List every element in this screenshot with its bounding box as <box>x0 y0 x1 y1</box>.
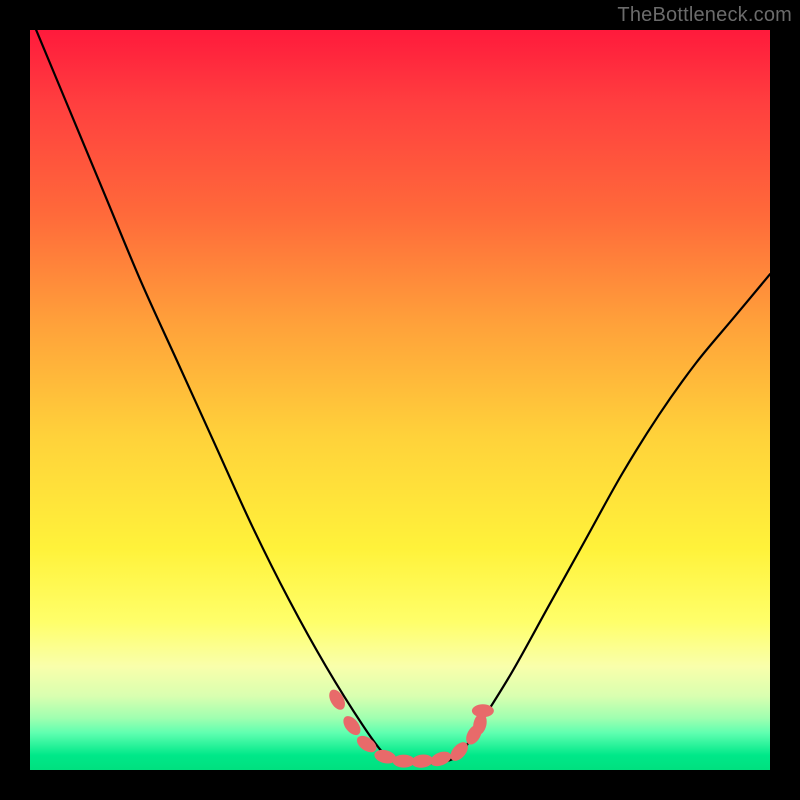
plot-area <box>30 30 770 770</box>
curve-marker <box>472 704 494 717</box>
bottleneck-curve <box>30 15 770 763</box>
watermark-text: TheBottleneck.com <box>617 4 792 27</box>
curve-markers <box>326 687 494 769</box>
chart-frame: TheBottleneck.com <box>0 0 800 800</box>
curve-marker <box>326 687 348 713</box>
chart-svg <box>30 30 770 770</box>
curve-marker <box>428 749 453 769</box>
curve-marker <box>340 713 364 738</box>
